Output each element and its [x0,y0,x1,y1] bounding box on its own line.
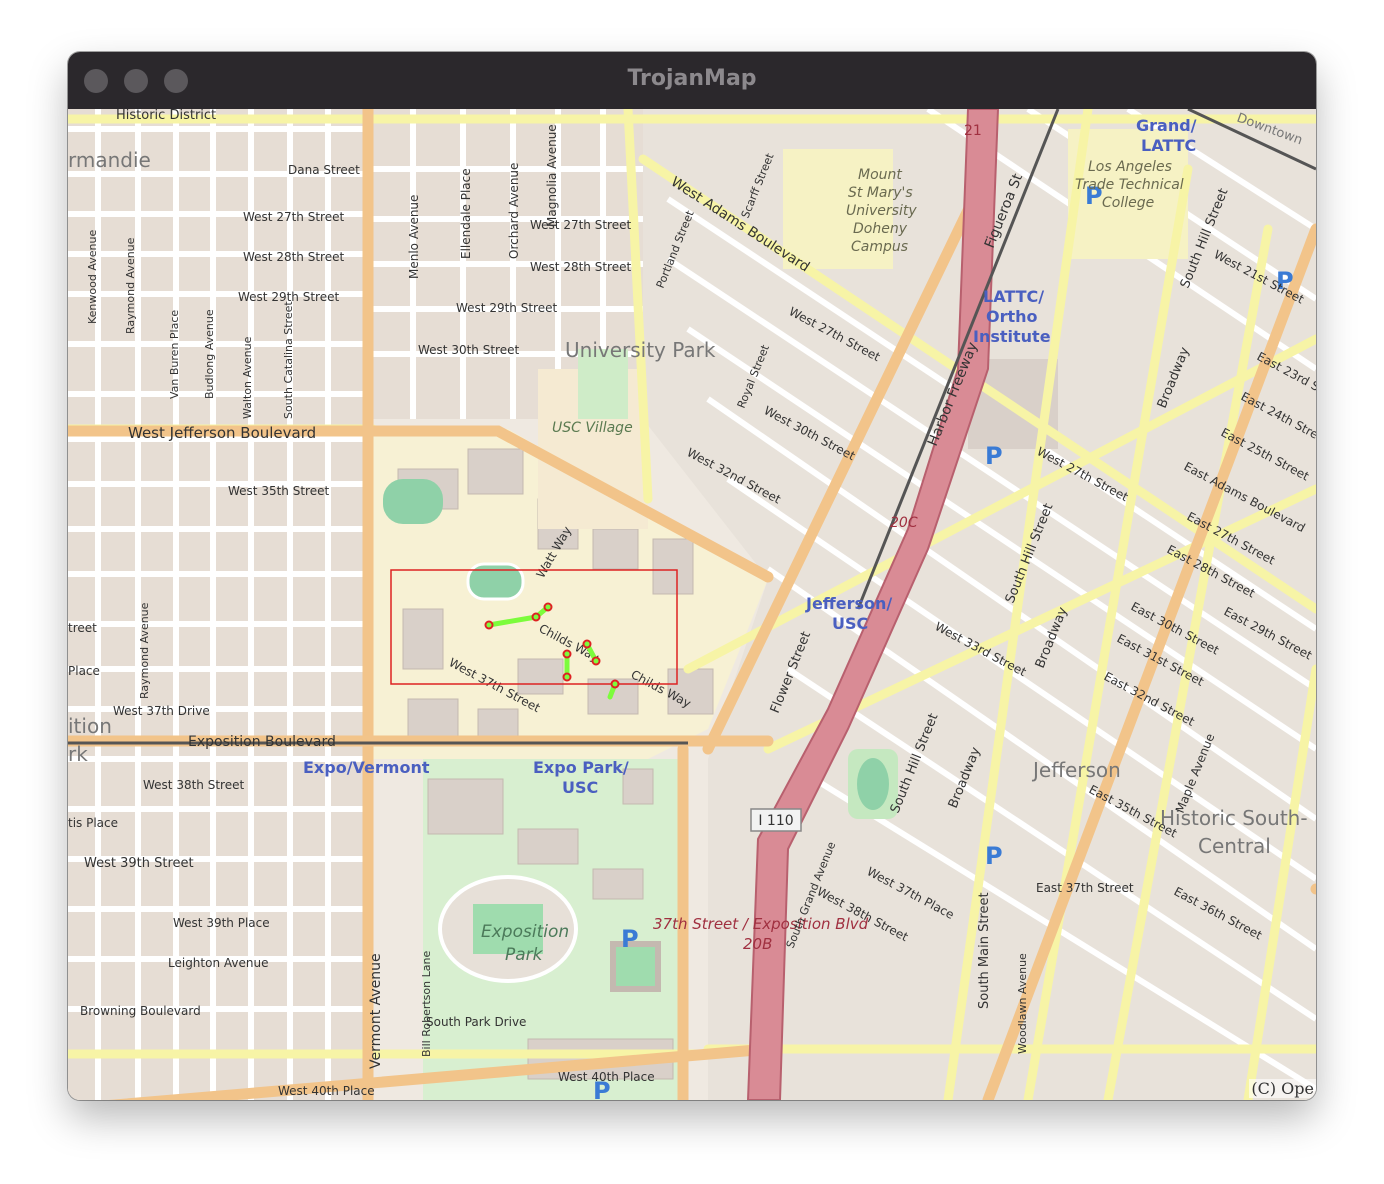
label-exit-21: 21 [964,123,982,139]
parking-icon: P [985,442,1003,470]
label-w38: West 38th Street [143,778,244,792]
map-canvas[interactable]: I 110 P P P P P P Historic District rman… [68,109,1316,1100]
label-leighton: Leighton Avenue [168,956,268,970]
label-w40-place-b: West 40th Place [558,1070,655,1084]
label-raymond-b: Raymond Avenue [138,602,151,699]
label-lattc-1: LATTC/ [983,287,1044,306]
label-bill-robertson: Bill Robertson Lane [420,951,433,1057]
label-kenwood: Kenwood Avenue [86,230,99,324]
label-street-fragment: treet [68,621,97,635]
label-la-trade-2: Trade Technical [1075,177,1184,193]
label-w35: West 35th Street [228,484,329,498]
label-la-trade-3: College [1102,195,1154,211]
title-bar: TrojanMap [68,52,1316,109]
label-w29-b: West 29th Street [456,301,557,315]
label-w28: West 28th Street [243,250,344,264]
label-w27: West 27th Street [243,210,344,224]
usc-field [383,479,443,524]
label-msm-1: Mount [858,167,902,183]
label-msm-2: St Mary's [848,185,913,201]
jefferson-field [857,758,889,810]
label-budlong: Budlong Avenue [203,309,216,399]
label-woodlawn: Woodlawn Avenue [1016,953,1029,1054]
label-la-trade-1: Los Angeles [1088,159,1172,175]
label-grand-lattc-2: LATTC [1141,136,1196,155]
label-grand-lattc-1: Grand/ [1136,116,1197,135]
label-dana-street: Dana Street [288,163,360,177]
label-jefferson-usc-2: USC [832,614,868,633]
label-expo-37th-1: 37th Street / Exposition Blvd [653,915,869,933]
label-w30: West 30th Street [418,343,519,357]
label-usc-village: USC Village [552,420,633,436]
label-expo-park-usc-2: USC [562,778,598,797]
label-jefferson-blvd: West Jefferson Boulevard [128,424,316,442]
parking-icon: P [621,925,639,953]
label-w39: West 39th Street [84,856,194,871]
label-expo-vermont: Expo/Vermont [303,758,430,777]
label-exit-20c: 20C [890,515,918,531]
label-historic-district: Historic District [116,109,216,123]
label-south-main: South Main Street [977,892,992,1009]
i110-label: I 110 [758,813,793,829]
label-w39-place: West 39th Place [173,916,270,930]
label-historic-south-2: Central [1198,834,1271,858]
label-rk: rk [68,742,88,766]
label-catalina: South Catalina Street [282,301,295,419]
label-expo-blvd: Exposition Boulevard [188,734,336,750]
label-raymond: Raymond Avenue [124,237,137,334]
label-browning: Browning Boulevard [80,1004,201,1018]
window-title: TrojanMap [627,66,757,91]
label-e37: East 37th Street [1036,881,1134,895]
parking-icon: P [985,842,1003,870]
map-view[interactable]: I 110 P P P P P P Historic District rman… [68,109,1316,1100]
label-jefferson-usc-1: Jefferson/ [805,594,892,613]
label-vermont-ave: Vermont Avenue [368,953,384,1069]
label-lattc-3: Institute [973,327,1051,346]
label-lattc-2: Ortho [986,307,1038,326]
label-exposition-park-2: Park [505,945,544,965]
label-ition: ition [68,714,112,738]
label-van-buren: Van Buren Place [168,310,181,399]
label-w37-drive: West 37th Drive [113,704,210,718]
label-south-park-drive: South Park Drive [426,1015,526,1029]
label-expo-park-usc-1: Expo Park/ [533,758,629,777]
map-attribution: (C) Ope [1249,1079,1316,1098]
label-rmandie: rmandie [68,148,151,172]
label-msm-5: Campus [851,239,908,255]
label-w40-place: West 40th Place [278,1084,375,1098]
label-university-park: University Park [565,338,716,362]
label-jefferson-area: Jefferson [1031,758,1121,782]
label-orchard: Orchard Avenue [507,163,521,259]
label-ellendale: Ellendale Place [459,168,473,259]
label-magnolia: Magnolia Avenue [545,124,559,227]
label-expo-37th-2: 20B [743,935,772,953]
label-menlo: Menlo Avenue [407,195,421,279]
label-msm-4: Doheny [853,221,908,237]
label-walton: Walton Avenue [241,336,254,419]
app-window: TrojanMap I 110 P P P P P P Historic Dis… [68,52,1316,1100]
label-w28-b: West 28th Street [530,260,631,274]
label-exposition-park-1: Exposition [481,922,569,942]
label-place-fragment: Place [68,664,100,678]
label-tis-place: tis Place [68,816,118,830]
label-msm-3: University [846,203,917,219]
